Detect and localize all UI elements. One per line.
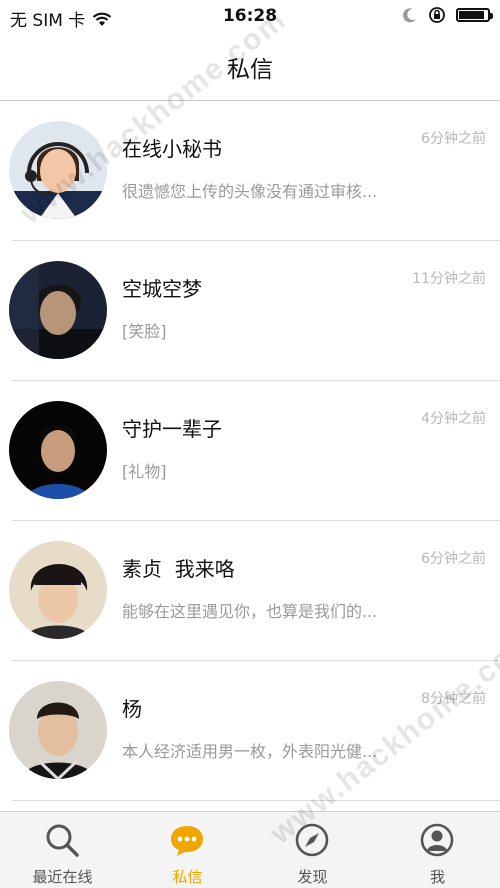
avatar[interactable] <box>9 261 107 359</box>
contact-name: 守护一辈子 <box>122 417 222 441</box>
message-row[interactable]: 素贞 我来咯 6分钟之前 能够在这里遇见你，也算是我们的... <box>0 521 500 661</box>
tab-recent-online[interactable]: 最近在线 <box>0 812 125 888</box>
avatar[interactable] <box>9 541 107 639</box>
tab-label: 我 <box>429 868 445 886</box>
battery-level <box>459 11 485 19</box>
moon-icon <box>403 8 416 23</box>
message-row[interactable]: 杨 8分钟之前 本人经济适用男一枚，外表阳光健... <box>0 661 500 801</box>
tab-me[interactable]: 我 <box>375 812 500 888</box>
message-row[interactable]: 空城空梦 11分钟之前 [笑脸] <box>0 241 500 381</box>
message-time: 4分钟之前 <box>421 411 486 427</box>
compass-icon <box>295 823 329 857</box>
status-bar: 无 SIM 卡 16:28 <box>0 0 500 34</box>
message-preview: 本人经济适用男一枚，外表阳光健... <box>122 742 378 761</box>
contact-name: 杨 <box>122 697 142 721</box>
rotation-lock-icon <box>429 7 445 23</box>
contact-name: 空城空梦 <box>122 277 202 301</box>
page-title: 私信 <box>227 57 273 83</box>
chat-bubble-icon <box>171 826 203 856</box>
message-preview: 很遗憾您上传的头像没有通过审核... <box>122 182 378 201</box>
avatar[interactable] <box>9 121 107 219</box>
tab-messages[interactable]: 私信 <box>125 812 250 888</box>
avatar[interactable] <box>9 681 107 779</box>
message-preview: 能够在这里遇见你，也算是我们的... <box>122 602 378 621</box>
message-row[interactable]: 在线小秘书 6分钟之前 很遗憾您上传的头像没有通过审核... <box>0 101 500 241</box>
tab-bar: 最近在线 私信 发现 我 <box>0 811 500 888</box>
contact-name: 素贞 我来咯 <box>122 557 235 581</box>
tab-label: 私信 <box>172 868 203 886</box>
message-time: 11分钟之前 <box>412 271 486 287</box>
message-row[interactable]: 守护一辈子 4分钟之前 [礼物] <box>0 381 500 521</box>
tab-discover[interactable]: 发现 <box>250 812 375 888</box>
message-preview: [笑脸] <box>122 322 167 341</box>
person-icon <box>420 823 454 857</box>
contact-name: 在线小秘书 <box>122 137 222 161</box>
message-time: 8分钟之前 <box>421 691 486 707</box>
message-time: 6分钟之前 <box>421 131 486 147</box>
message-list: 在线小秘书 6分钟之前 很遗憾您上传的头像没有通过审核... 空城空梦 11分钟… <box>0 101 500 801</box>
navigation-bar: 私信 <box>0 34 500 101</box>
search-icon <box>46 824 79 857</box>
message-time: 6分钟之前 <box>421 551 486 567</box>
message-preview: [礼物] <box>122 462 167 481</box>
status-icons <box>402 6 493 24</box>
battery-icon <box>456 8 493 22</box>
row-divider <box>12 800 500 801</box>
tab-label: 发现 <box>297 868 328 886</box>
avatar[interactable] <box>9 401 107 499</box>
tab-label: 最近在线 <box>32 868 93 886</box>
